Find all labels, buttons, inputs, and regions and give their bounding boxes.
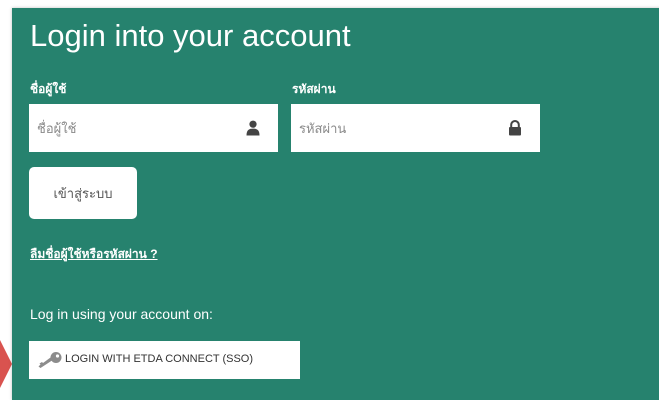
page-title: Login into your account xyxy=(30,18,351,53)
lock-icon xyxy=(509,120,521,136)
login-panel: Login into your account ชื่อผู้ใช้ รหัสผ… xyxy=(12,8,659,400)
user-icon xyxy=(246,120,260,136)
forgot-credentials-link[interactable]: ลืมชื่อผู้ใช้หรือรหัสผ่าน ? xyxy=(30,245,158,264)
login-button[interactable]: เข้าสู่ระบบ xyxy=(29,167,137,219)
red-arrow-indicator xyxy=(0,340,12,388)
password-label: รหัสผ่าน xyxy=(292,82,336,96)
username-field-box xyxy=(29,104,278,152)
sso-login-button[interactable]: LOGIN WITH ETDA CONNECT (SSO) xyxy=(29,341,300,379)
sso-caption: Log in using your account on: xyxy=(30,306,213,322)
password-input[interactable] xyxy=(291,104,540,152)
username-input[interactable] xyxy=(29,104,278,152)
password-field-box xyxy=(291,104,540,152)
key-icon xyxy=(38,352,62,368)
username-label: ชื่อผู้ใช้ xyxy=(30,82,67,96)
sso-button-label: LOGIN WITH ETDA CONNECT (SSO) xyxy=(65,353,254,365)
